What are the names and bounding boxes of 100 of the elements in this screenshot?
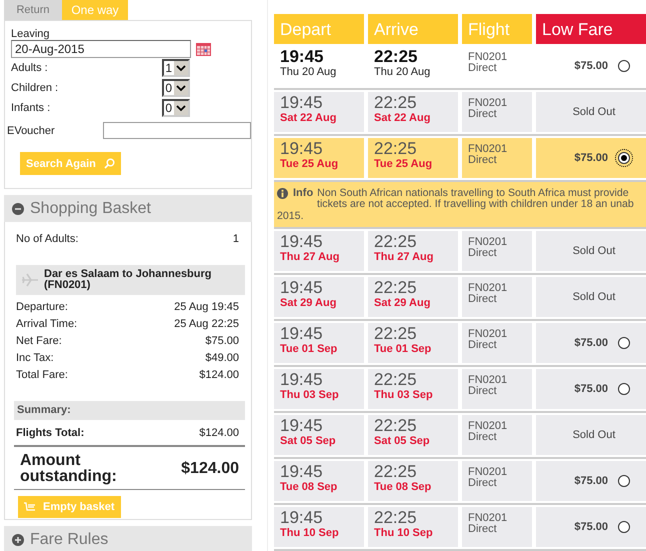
flight-number: FN0201: [468, 98, 508, 109]
detail-label: Total Fare:: [16, 368, 68, 380]
info-text: 2015.: [277, 210, 304, 222]
arrive-time: 22:25: [374, 417, 418, 435]
arrive-time: 22:25: [374, 233, 418, 251]
voucher-field[interactable]: [103, 122, 251, 139]
detail-value: $124.00: [199, 426, 239, 438]
flight-number: FN0201: [468, 237, 508, 248]
fare-radio[interactable]: [618, 383, 630, 395]
field-label: Infants :: [11, 102, 50, 114]
detail-value: $124.00: [199, 368, 239, 380]
date-field[interactable]: 20-Aug-2015: [11, 40, 191, 58]
flight-stops: Direct: [468, 294, 498, 305]
depart-time: 19:45: [280, 279, 324, 297]
flight-number: FN0201: [468, 421, 508, 432]
fare-radio[interactable]: [618, 475, 630, 487]
sold-out-label: Sold Out: [572, 429, 616, 441]
arrive-time: 22:25: [374, 140, 418, 158]
detail-value: 25 Aug 22:25: [174, 318, 239, 330]
flight-stops: Direct: [468, 386, 498, 397]
fare-price: $75.00: [574, 475, 608, 487]
depart-time: 19:45: [280, 417, 324, 435]
info-label: Info: [293, 188, 314, 199]
depart-date: Sat 29 Aug: [280, 297, 338, 309]
search-icon: [104, 158, 115, 169]
flight-stops: Direct: [468, 524, 498, 535]
collapse-icon[interactable]: [12, 202, 24, 214]
passenger-select[interactable]: 0: [162, 79, 190, 97]
depart-date: Sat 05 Sep: [280, 435, 337, 447]
calendar-icon[interactable]: [196, 42, 211, 56]
info-icon: [277, 188, 288, 199]
depart-date: Thu 20 Aug: [280, 66, 338, 78]
panel-title: Shopping Basket: [30, 200, 151, 218]
basket-header[interactable]: Shopping Basket: [4, 195, 252, 222]
sold-out-label: Sold Out: [572, 106, 616, 118]
plane-icon: [22, 273, 38, 287]
depart-time: 19:45: [280, 371, 324, 389]
detail-label: Departure:: [16, 300, 68, 312]
flight-stops: Direct: [468, 63, 498, 74]
column-header: Low Fare: [536, 14, 646, 44]
sold-out-label: Sold Out: [572, 291, 616, 303]
arrive-time: 22:25: [374, 509, 418, 527]
arrive-time: 22:25: [374, 325, 418, 343]
fare-radio[interactable]: [618, 60, 630, 72]
detail-label: Flights Total:: [16, 426, 84, 438]
depart-time: 19:45: [280, 94, 324, 112]
flight-stops: Direct: [468, 155, 498, 166]
flight-stops: Direct: [468, 478, 498, 489]
expand-icon[interactable]: [12, 534, 24, 546]
depart-date: Tue 01 Sep: [280, 343, 338, 355]
amount-label: Amount outstanding:: [20, 453, 118, 485]
arrive-date: Thu 27 Aug: [374, 251, 434, 263]
detail-value: $75.00: [205, 334, 239, 346]
route-title: Dar es Salaam to Johannesburg (FN0201): [44, 269, 212, 291]
fare-radio[interactable]: [618, 337, 630, 349]
info-text: tickets are not accepted. If travelling with children under 18 an unab: [317, 198, 634, 210]
flight-number: FN0201: [468, 52, 508, 63]
arrive-time: 22:25: [374, 94, 418, 112]
detail-label: Net Fare:: [16, 334, 62, 346]
field-label: Adults :: [11, 62, 48, 74]
depart-time: 19:45: [280, 48, 324, 66]
fare-price: $75.00: [574, 152, 608, 164]
panel-title: Fare Rules: [30, 530, 108, 548]
summary-label: Summary:: [14, 401, 245, 420]
fare-rules-header[interactable]: Fare Rules: [4, 526, 252, 551]
fare-price: $75.00: [574, 383, 608, 395]
passenger-select[interactable]: 0: [162, 99, 190, 117]
arrive-date: Tue 01 Sep: [374, 343, 432, 355]
sold-out-label: Sold Out: [572, 245, 616, 257]
flight-number: FN0201: [468, 513, 508, 524]
arrive-time: 22:25: [374, 463, 418, 481]
fare-price: $75.00: [574, 521, 608, 533]
amount-value: $124.00: [181, 460, 239, 478]
fare-radio[interactable]: [618, 521, 630, 533]
cart-icon: [24, 502, 36, 512]
depart-date: Thu 03 Sep: [280, 389, 340, 401]
flight-stops: Direct: [468, 109, 498, 120]
fare-price: $75.00: [574, 337, 608, 349]
flight-number: FN0201: [468, 329, 508, 340]
flight-stops: Direct: [468, 248, 498, 259]
flight-number: FN0201: [468, 144, 508, 155]
passenger-select[interactable]: 1: [162, 59, 190, 77]
arrive-date: Tue 25 Aug: [374, 158, 434, 170]
fare-radio[interactable]: [618, 152, 630, 164]
depart-time: 19:45: [280, 233, 324, 251]
column-header: Depart: [274, 14, 364, 44]
depart-time: 19:45: [280, 509, 324, 527]
depart-date: Thu 10 Sep: [280, 527, 340, 539]
detail-label: Arrival Time:: [16, 318, 78, 330]
detail-label: Inc Tax:: [16, 352, 54, 364]
flight-number: FN0201: [468, 283, 508, 294]
flight-number: FN0201: [468, 467, 508, 478]
arrive-time: 22:25: [374, 48, 418, 66]
trip-tab[interactable]: Return: [4, 0, 62, 20]
arrive-time: 22:25: [374, 371, 418, 389]
column-header: Arrive: [368, 14, 458, 44]
info-text: Non South African nationals travelling to South Africa must provide: [317, 188, 629, 199]
arrive-date: Sat 22 Aug: [374, 112, 432, 124]
depart-date: Tue 08 Sep: [280, 481, 338, 493]
field-label: EVoucher: [7, 124, 56, 136]
